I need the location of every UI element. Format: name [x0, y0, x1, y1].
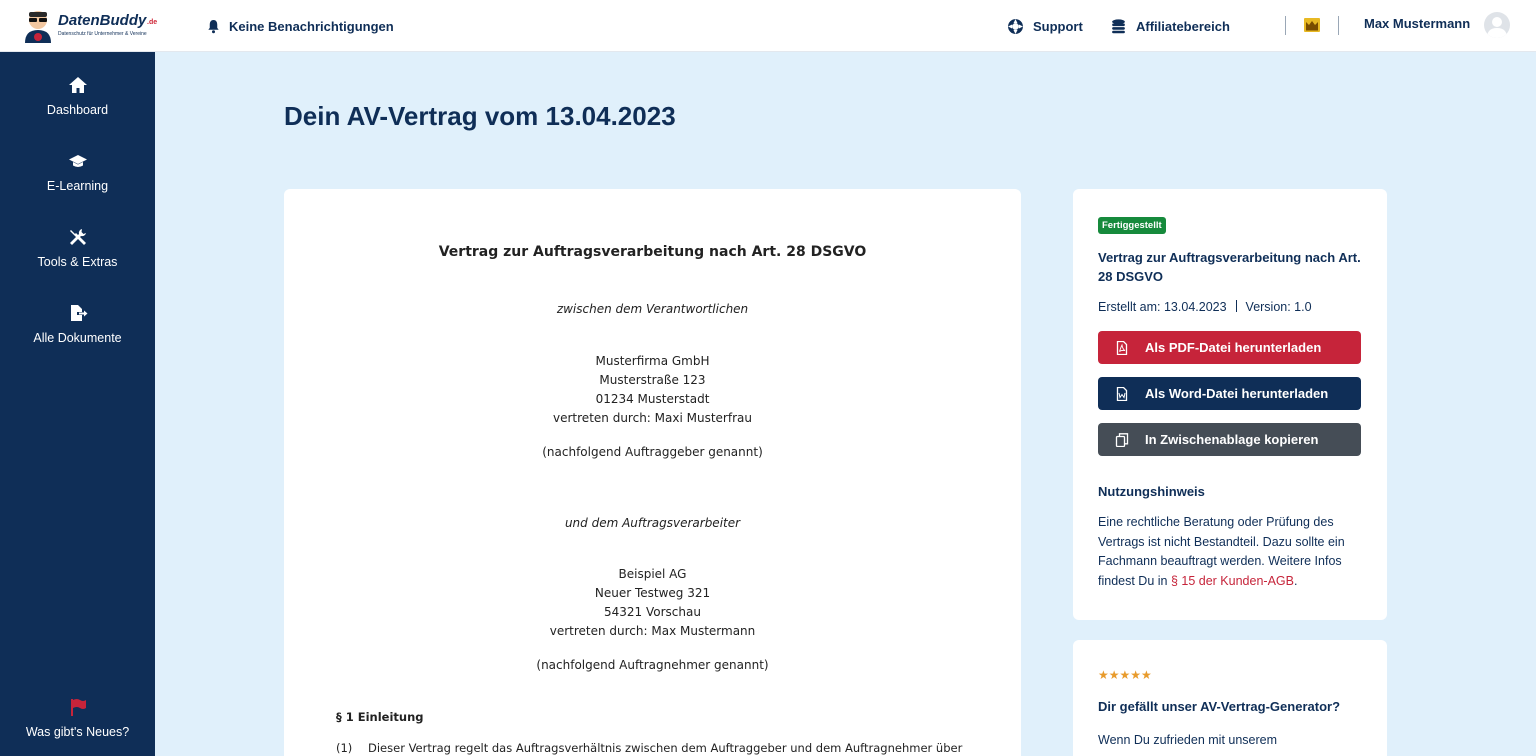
sidebar: Dashboard E-Learning Tools & Extras Alle… — [0, 52, 155, 756]
top-bar: DatenBuddy .de Datenschutz für Unternehm… — [0, 0, 1536, 52]
flag-icon — [70, 699, 86, 716]
rating-heading: Dir gefällt unser AV-Vertrag-Generator? — [1098, 699, 1341, 714]
meta-divider — [1235, 300, 1237, 312]
created-date: Erstellt am: 13.04.2023 — [1098, 300, 1227, 314]
contractor-street: Neuer Testweg 321 — [594, 586, 711, 600]
sidebar-item-label: Tools & Extras — [37, 255, 118, 269]
graduation-cap-icon — [68, 155, 87, 167]
and-label: und dem Auftragsverarbeiter — [564, 516, 741, 530]
copy-icon — [1115, 432, 1129, 447]
affiliate-label: Affiliatebereich — [1136, 18, 1230, 34]
usage-hint-text: Eine rechtliche Beratung oder Prüfung de… — [1098, 513, 1368, 591]
usage-hint-heading: Nutzungshinweis — [1098, 484, 1205, 499]
contractor-note: (nachfolgend Auftragnehmer genannt) — [536, 658, 769, 672]
version: Version: 1.0 — [1245, 300, 1312, 314]
document-meta: Erstellt am: 13.04.2023 Version: 1.0 — [1098, 300, 1312, 314]
file-word-icon — [1116, 386, 1128, 401]
star-rating: ★★★★★ — [1098, 668, 1152, 682]
document-info-card: Fertiggestellt Vertrag zur Auftragsverar… — [1073, 189, 1387, 620]
file-export-icon — [70, 305, 87, 321]
user-avatar-icon — [1487, 17, 1507, 38]
support-link[interactable]: Support — [1007, 16, 1083, 36]
header-divider — [1338, 16, 1339, 35]
logo-tld: .de — [147, 19, 158, 26]
paragraph: (1) Dieser Vertrag regelt das Auftragsver… — [336, 741, 976, 755]
contractor-company: Beispiel AG — [618, 567, 687, 581]
sidebar-item-news[interactable]: Was gibt's Neues? — [0, 698, 155, 756]
paragraph-text: Dieser Vertrag regelt das Auftragsverhäl… — [368, 741, 963, 755]
crown-icon[interactable] — [1303, 17, 1321, 33]
bell-icon — [208, 19, 219, 33]
sidebar-item-label: Dashboard — [46, 103, 109, 117]
home-icon — [68, 77, 87, 93]
client-note: (nachfolgend Auftraggeber genannt) — [542, 445, 763, 459]
sidebar-item-e-learning[interactable]: E-Learning — [0, 152, 155, 216]
usage-hint-end: . — [1293, 573, 1298, 588]
sidebar-item-dashboard[interactable]: Dashboard — [0, 76, 155, 140]
sidebar-item-label: E-Learning — [46, 179, 109, 193]
logo-name: DatenBuddy — [58, 12, 147, 29]
header-divider — [1285, 16, 1286, 35]
rating-text: Wenn Du zufrieden mit unserem — [1098, 733, 1278, 747]
paragraph-number: (1) — [336, 741, 353, 755]
affiliate-link[interactable]: Affiliatebereich — [1110, 16, 1230, 36]
notifications-label: Keine Benachrichtigungen — [229, 18, 394, 34]
mascot-logo-icon — [25, 11, 51, 43]
client-company: Musterfirma GmbH — [595, 354, 710, 368]
notifications-link[interactable]: Keine Benachrichtigungen — [206, 16, 394, 36]
sidebar-item-label: Was gibt's Neues? — [25, 725, 130, 739]
document-title: Vertrag zur Auftragsverarbeitung nach Ar… — [438, 244, 867, 260]
copy-to-clipboard-button[interactable]: In Zwischenablage kopieren — [1098, 423, 1361, 456]
client-street: Musterstraße 123 — [599, 373, 706, 387]
sidebar-item-documents[interactable]: Alle Dokumente — [0, 304, 155, 368]
terms-link[interactable]: § 15 der Kunden-AGB — [1171, 574, 1294, 588]
avatar[interactable] — [1484, 12, 1510, 38]
sidebar-item-label: Alle Dokumente — [33, 331, 122, 345]
download-word-label: Als Word-Datei herunterladen — [1145, 386, 1329, 401]
client-city: 01234 Musterstadt — [595, 392, 710, 406]
coins-icon — [1112, 18, 1125, 33]
status-badge: Fertiggestellt — [1098, 217, 1166, 234]
lifebuoy-icon — [1008, 18, 1023, 34]
download-word-button[interactable]: Als Word-Datei herunterladen — [1098, 377, 1361, 410]
support-label: Support — [1033, 18, 1083, 34]
document-preview: Vertrag zur Auftragsverarbeitung nach Ar… — [284, 189, 1021, 756]
between-label: zwischen dem Verantwortlichen — [556, 302, 749, 316]
section-heading: § 1 Einleitung — [336, 710, 424, 724]
download-pdf-label: Als PDF-Datei herunterladen — [1145, 340, 1322, 355]
file-pdf-icon — [1116, 340, 1128, 355]
logo[interactable]: DatenBuddy .de Datenschutz für Unternehm… — [22, 9, 162, 43]
sidebar-item-tools[interactable]: Tools & Extras — [0, 228, 155, 292]
user-name[interactable]: Max Mustermann — [1364, 16, 1470, 31]
download-pdf-button[interactable]: Als PDF-Datei herunterladen — [1098, 331, 1361, 364]
page-title: Dein AV-Vertrag vom 13.04.2023 — [284, 101, 676, 131]
document-name: Vertrag zur Auftragsverarbeitung nach Ar… — [1098, 250, 1361, 284]
tools-icon — [69, 229, 86, 245]
copy-label: In Zwischenablage kopieren — [1145, 432, 1319, 447]
contractor-city: 54321 Vorschau — [604, 605, 701, 619]
rating-card: ★★★★★ Dir gefällt unser AV-Vertrag-Gener… — [1073, 640, 1387, 756]
client-representative: vertreten durch: Maxi Musterfrau — [553, 411, 752, 425]
logo-tagline: Datenschutz für Unternehmer & Vereine — [58, 31, 147, 37]
contractor-representative: vertreten durch: Max Mustermann — [549, 624, 756, 638]
